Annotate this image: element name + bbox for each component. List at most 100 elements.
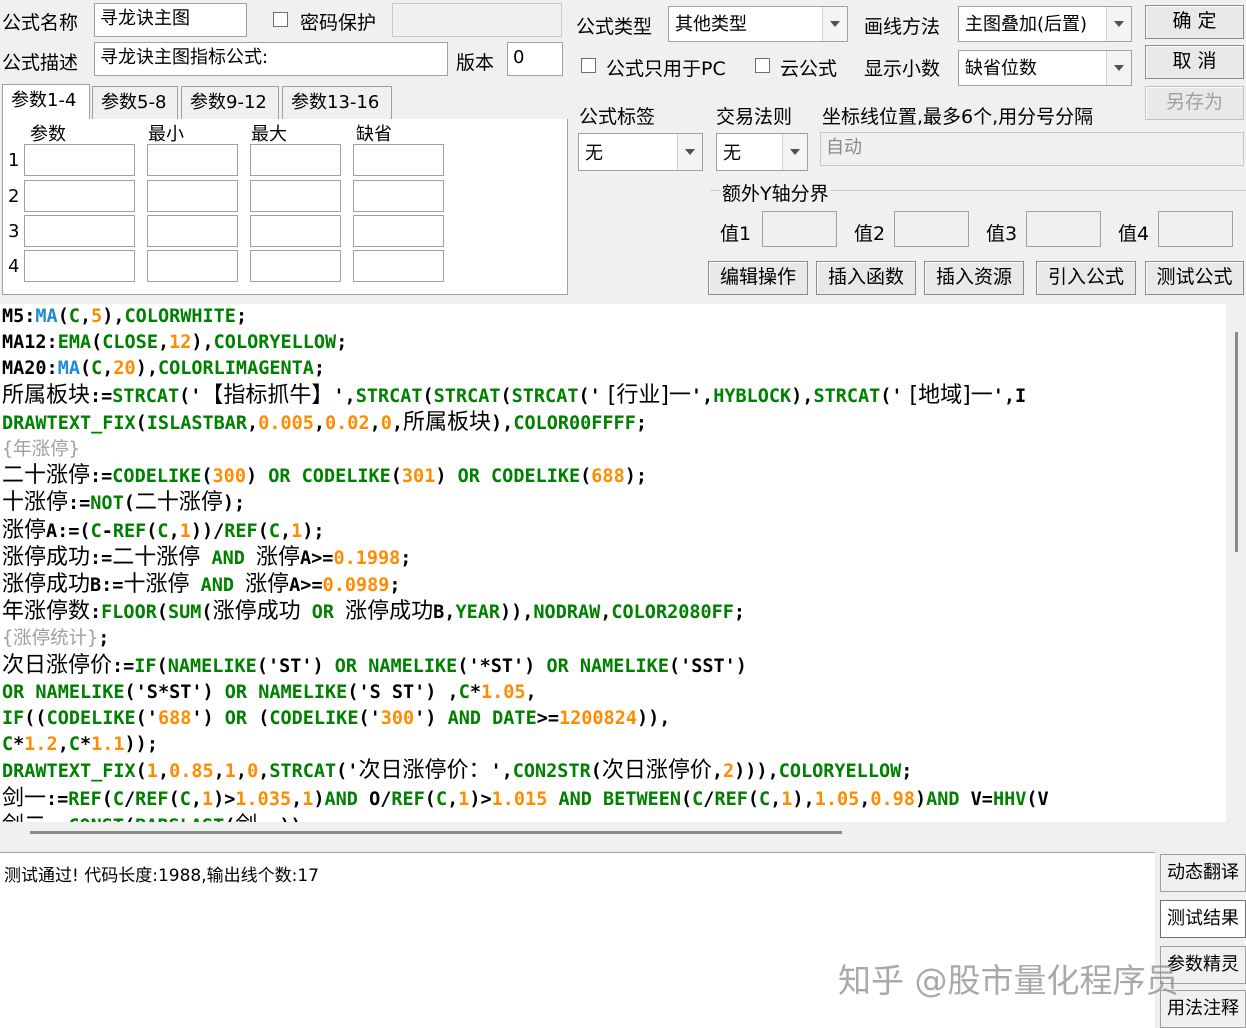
draw-method-select[interactable]: 主图叠加(后置) bbox=[958, 6, 1132, 42]
trade-rule-label: 交易法则 bbox=[716, 106, 793, 128]
param-4-max-input[interactable] bbox=[250, 250, 341, 282]
cancel-button[interactable]: 取 消 bbox=[1145, 45, 1244, 79]
formula-type-select[interactable]: 其他类型 bbox=[668, 6, 848, 42]
y-value-4-input[interactable] bbox=[1158, 211, 1233, 247]
tab-params-9-12[interactable]: 参数9-12 bbox=[181, 86, 279, 119]
y-value-1-label: 值1 bbox=[720, 223, 752, 245]
param-4-name-input[interactable] bbox=[24, 250, 135, 282]
chevron-down-icon bbox=[782, 134, 807, 170]
param-header-default: 缺省 bbox=[356, 124, 392, 145]
code-line[interactable]: OR NAMELIKE('S*ST') OR NAMELIKE('S ST') … bbox=[2, 680, 1226, 706]
param-3-name-input[interactable] bbox=[24, 215, 135, 247]
param-2-default-input[interactable] bbox=[353, 180, 444, 212]
code-line[interactable]: DRAWTEXT_FIX(1,0.85,1,0,STRCAT('次日涨停价：',… bbox=[2, 758, 1226, 785]
password-label: 密码保护 bbox=[300, 12, 377, 34]
scroll-thumb[interactable] bbox=[1235, 332, 1238, 552]
param-1-name-input[interactable] bbox=[24, 144, 135, 176]
param-4-min-input[interactable] bbox=[147, 250, 238, 282]
password-checkbox[interactable] bbox=[273, 12, 288, 27]
code-editor[interactable]: M5:MA(C,5),COLORWHITE; MA12:EMA(CLOSE,12)… bbox=[0, 304, 1226, 822]
formula-desc-label: 公式描述 bbox=[2, 52, 79, 74]
edit-operations-button[interactable]: 编辑操作 bbox=[708, 261, 808, 295]
param-3-min-input[interactable] bbox=[147, 215, 238, 247]
dynamic-translate-button[interactable]: 动态翻译 bbox=[1160, 854, 1246, 892]
param-header-min: 最小 bbox=[148, 124, 184, 145]
formula-tag-select[interactable]: 无 bbox=[578, 133, 703, 171]
code-line[interactable]: {涨停统计}; bbox=[2, 626, 1226, 652]
tab-params-13-16[interactable]: 参数13-16 bbox=[282, 86, 392, 119]
insert-resource-button[interactable]: 插入资源 bbox=[924, 261, 1024, 295]
formula-type-value: 其他类型 bbox=[675, 14, 747, 35]
decimals-select[interactable]: 缺省位数 bbox=[958, 50, 1132, 86]
import-formula-button[interactable]: 引入公式 bbox=[1036, 261, 1136, 295]
param-1-default-input[interactable] bbox=[353, 144, 444, 176]
trade-rule-select[interactable]: 无 bbox=[716, 133, 808, 171]
ok-button[interactable]: 确 定 bbox=[1145, 5, 1244, 39]
extra-y-axis-label: 额外Y轴分界 bbox=[720, 179, 831, 206]
cloud-formula-checkbox[interactable] bbox=[755, 58, 770, 73]
param-row-number: 1 bbox=[8, 150, 20, 171]
code-line[interactable]: 二十涨停:=CODELIKE(300) OR CODELIKE(301) OR … bbox=[2, 463, 1226, 490]
formula-name-input[interactable]: 寻龙诀主图 bbox=[94, 3, 247, 37]
version-input[interactable]: 0 bbox=[507, 42, 563, 76]
draw-method-label: 画线方法 bbox=[864, 16, 941, 38]
param-1-min-input[interactable] bbox=[147, 144, 238, 176]
y-value-2-label: 值2 bbox=[854, 223, 886, 245]
pc-only-checkbox[interactable] bbox=[581, 58, 596, 73]
code-line[interactable]: MA20:MA(C,20),COLORLIMAGENTA; bbox=[2, 356, 1226, 382]
formula-tag-label: 公式标签 bbox=[579, 106, 656, 128]
test-result-button[interactable]: 测试结果 bbox=[1160, 900, 1246, 938]
code-line[interactable]: 所属板块:=STRCAT('【指标抓牛】',STRCAT(STRCAT(STRC… bbox=[2, 383, 1226, 410]
editor-vertical-scrollbar[interactable] bbox=[1226, 304, 1246, 822]
code-line[interactable]: M5:MA(C,5),COLORWHITE; bbox=[2, 304, 1226, 330]
param-3-default-input[interactable] bbox=[353, 215, 444, 247]
code-line[interactable]: 年涨停数:FLOOR(SUM(涨停成功 OR 涨停成功B,YEAR)),NODR… bbox=[2, 599, 1226, 626]
code-line[interactable]: 次日涨停价:=IF(NAMELIKE('ST') OR NAMELIKE('*S… bbox=[2, 653, 1226, 680]
tab-params-5-8[interactable]: 参数5-8 bbox=[92, 86, 178, 119]
param-header-max: 最大 bbox=[251, 124, 287, 145]
tab-params-1-4[interactable]: 参数1-4 bbox=[2, 84, 90, 120]
test-formula-button[interactable]: 测试公式 bbox=[1145, 261, 1244, 295]
axis-position-input[interactable]: 自动 bbox=[820, 132, 1244, 166]
scroll-thumb[interactable] bbox=[30, 831, 842, 834]
cloud-formula-label: 云公式 bbox=[780, 58, 838, 80]
formula-desc-input[interactable]: 寻龙诀主图指标公式: bbox=[94, 42, 448, 76]
code-line[interactable]: C*1.2,C*1.1)); bbox=[2, 732, 1226, 758]
version-label: 版本 bbox=[456, 52, 495, 74]
code-line[interactable]: 剑二:=CONST(BARSLAST(剑一)); bbox=[2, 813, 1226, 822]
formula-tag-value: 无 bbox=[585, 143, 603, 164]
param-3-max-input[interactable] bbox=[250, 215, 341, 247]
y-value-2-input[interactable] bbox=[894, 211, 969, 247]
param-1-max-input[interactable] bbox=[250, 144, 341, 176]
code-line[interactable]: DRAWTEXT_FIX(ISLASTBAR,0.005,0.02,0,所属板块… bbox=[2, 410, 1226, 437]
editor-horizontal-scrollbar[interactable] bbox=[0, 822, 1226, 844]
watermark-text: 知乎 @股市量化程序员 bbox=[838, 961, 1179, 1000]
code-line[interactable]: IF((CODELIKE('688') OR (CODELIKE('300') … bbox=[2, 706, 1226, 732]
insert-function-button[interactable]: 插入函数 bbox=[816, 261, 916, 295]
save-as-button[interactable]: 另存为 bbox=[1145, 86, 1244, 120]
code-line[interactable]: 涨停成功:=二十涨停 AND 涨停A>=0.1998; bbox=[2, 545, 1226, 572]
trade-rule-value: 无 bbox=[723, 143, 741, 164]
formula-name-label: 公式名称 bbox=[2, 12, 79, 34]
code-line[interactable]: {年涨停} bbox=[2, 437, 1226, 463]
code-line[interactable]: 十涨停:=NOT(二十涨停); bbox=[2, 490, 1226, 517]
pc-only-label: 公式只用于PC bbox=[606, 58, 726, 80]
code-line[interactable]: 剑一:=REF(C/REF(C,1)>1.035,1)AND O/REF(C,1… bbox=[2, 786, 1226, 813]
chevron-down-icon bbox=[1106, 51, 1131, 85]
password-input[interactable] bbox=[392, 3, 562, 37]
param-2-name-input[interactable] bbox=[24, 180, 135, 212]
y-value-1-input[interactable] bbox=[762, 211, 837, 247]
axis-position-label: 坐标线位置,最多6个,用分号分隔 bbox=[822, 106, 1094, 128]
code-line[interactable]: 涨停成功B:=十涨停 AND 涨停A>=0.0989; bbox=[2, 572, 1226, 599]
param-4-default-input[interactable] bbox=[353, 250, 444, 282]
param-2-min-input[interactable] bbox=[147, 180, 238, 212]
param-2-max-input[interactable] bbox=[250, 180, 341, 212]
y-value-3-input[interactable] bbox=[1026, 211, 1101, 247]
code-line[interactable]: MA12:EMA(CLOSE,12),COLORYELLOW; bbox=[2, 330, 1226, 356]
chevron-down-icon bbox=[677, 134, 702, 170]
code-line[interactable]: 涨停A:=(C-REF(C,1))/REF(C,1); bbox=[2, 518, 1226, 545]
param-row-number: 4 bbox=[8, 256, 20, 277]
code-text[interactable]: M5:MA(C,5),COLORWHITE; MA12:EMA(CLOSE,12)… bbox=[0, 304, 1226, 822]
formula-type-label: 公式类型 bbox=[576, 16, 653, 38]
param-row-number: 2 bbox=[8, 186, 20, 207]
